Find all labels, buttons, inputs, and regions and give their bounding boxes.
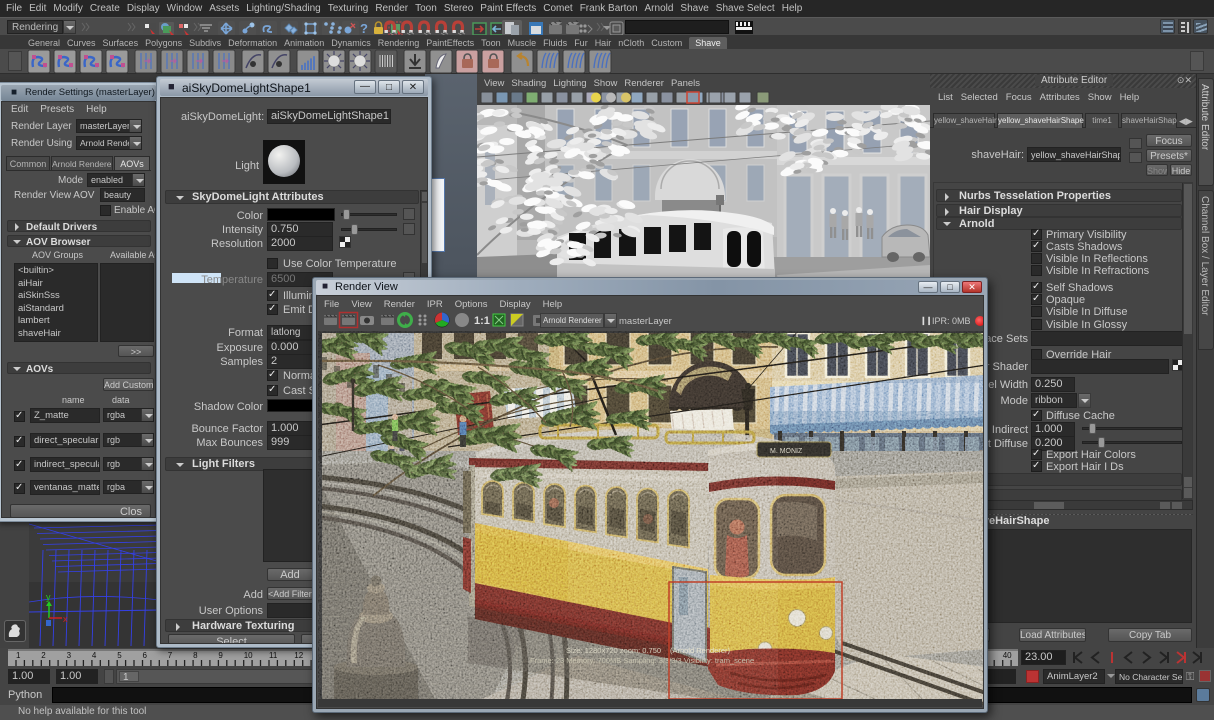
svg-text:7: 7 xyxy=(168,651,173,660)
svg-text:40: 40 xyxy=(1003,651,1012,660)
svg-text:Size: 1280x720 zoom: 0.750: Size: 1280x720 zoom: 0.750 xyxy=(566,646,661,655)
svg-text:8: 8 xyxy=(193,651,198,660)
svg-text:(Arnold Renderer): (Arnold Renderer) xyxy=(670,646,731,655)
svg-text:1:1: 1:1 xyxy=(474,315,490,327)
svg-text:4: 4 xyxy=(92,651,97,660)
svg-text:11: 11 xyxy=(269,651,278,660)
svg-text:Frame: 23 Memory: 700MB: Frame: 23 Memory: 700MB Sampling: 3/3/3/… xyxy=(530,656,754,665)
svg-text:y: y xyxy=(46,592,51,602)
svg-text:9: 9 xyxy=(218,651,223,660)
svg-text:3: 3 xyxy=(67,651,72,660)
svg-text:2: 2 xyxy=(41,651,46,660)
svg-text:5: 5 xyxy=(117,651,122,660)
svg-text:12: 12 xyxy=(294,651,303,660)
svg-text:?: ? xyxy=(360,21,368,36)
svg-text:x: x xyxy=(63,614,68,624)
svg-text:6: 6 xyxy=(143,651,148,660)
svg-text:1: 1 xyxy=(16,651,21,660)
svg-text:10: 10 xyxy=(244,651,253,660)
